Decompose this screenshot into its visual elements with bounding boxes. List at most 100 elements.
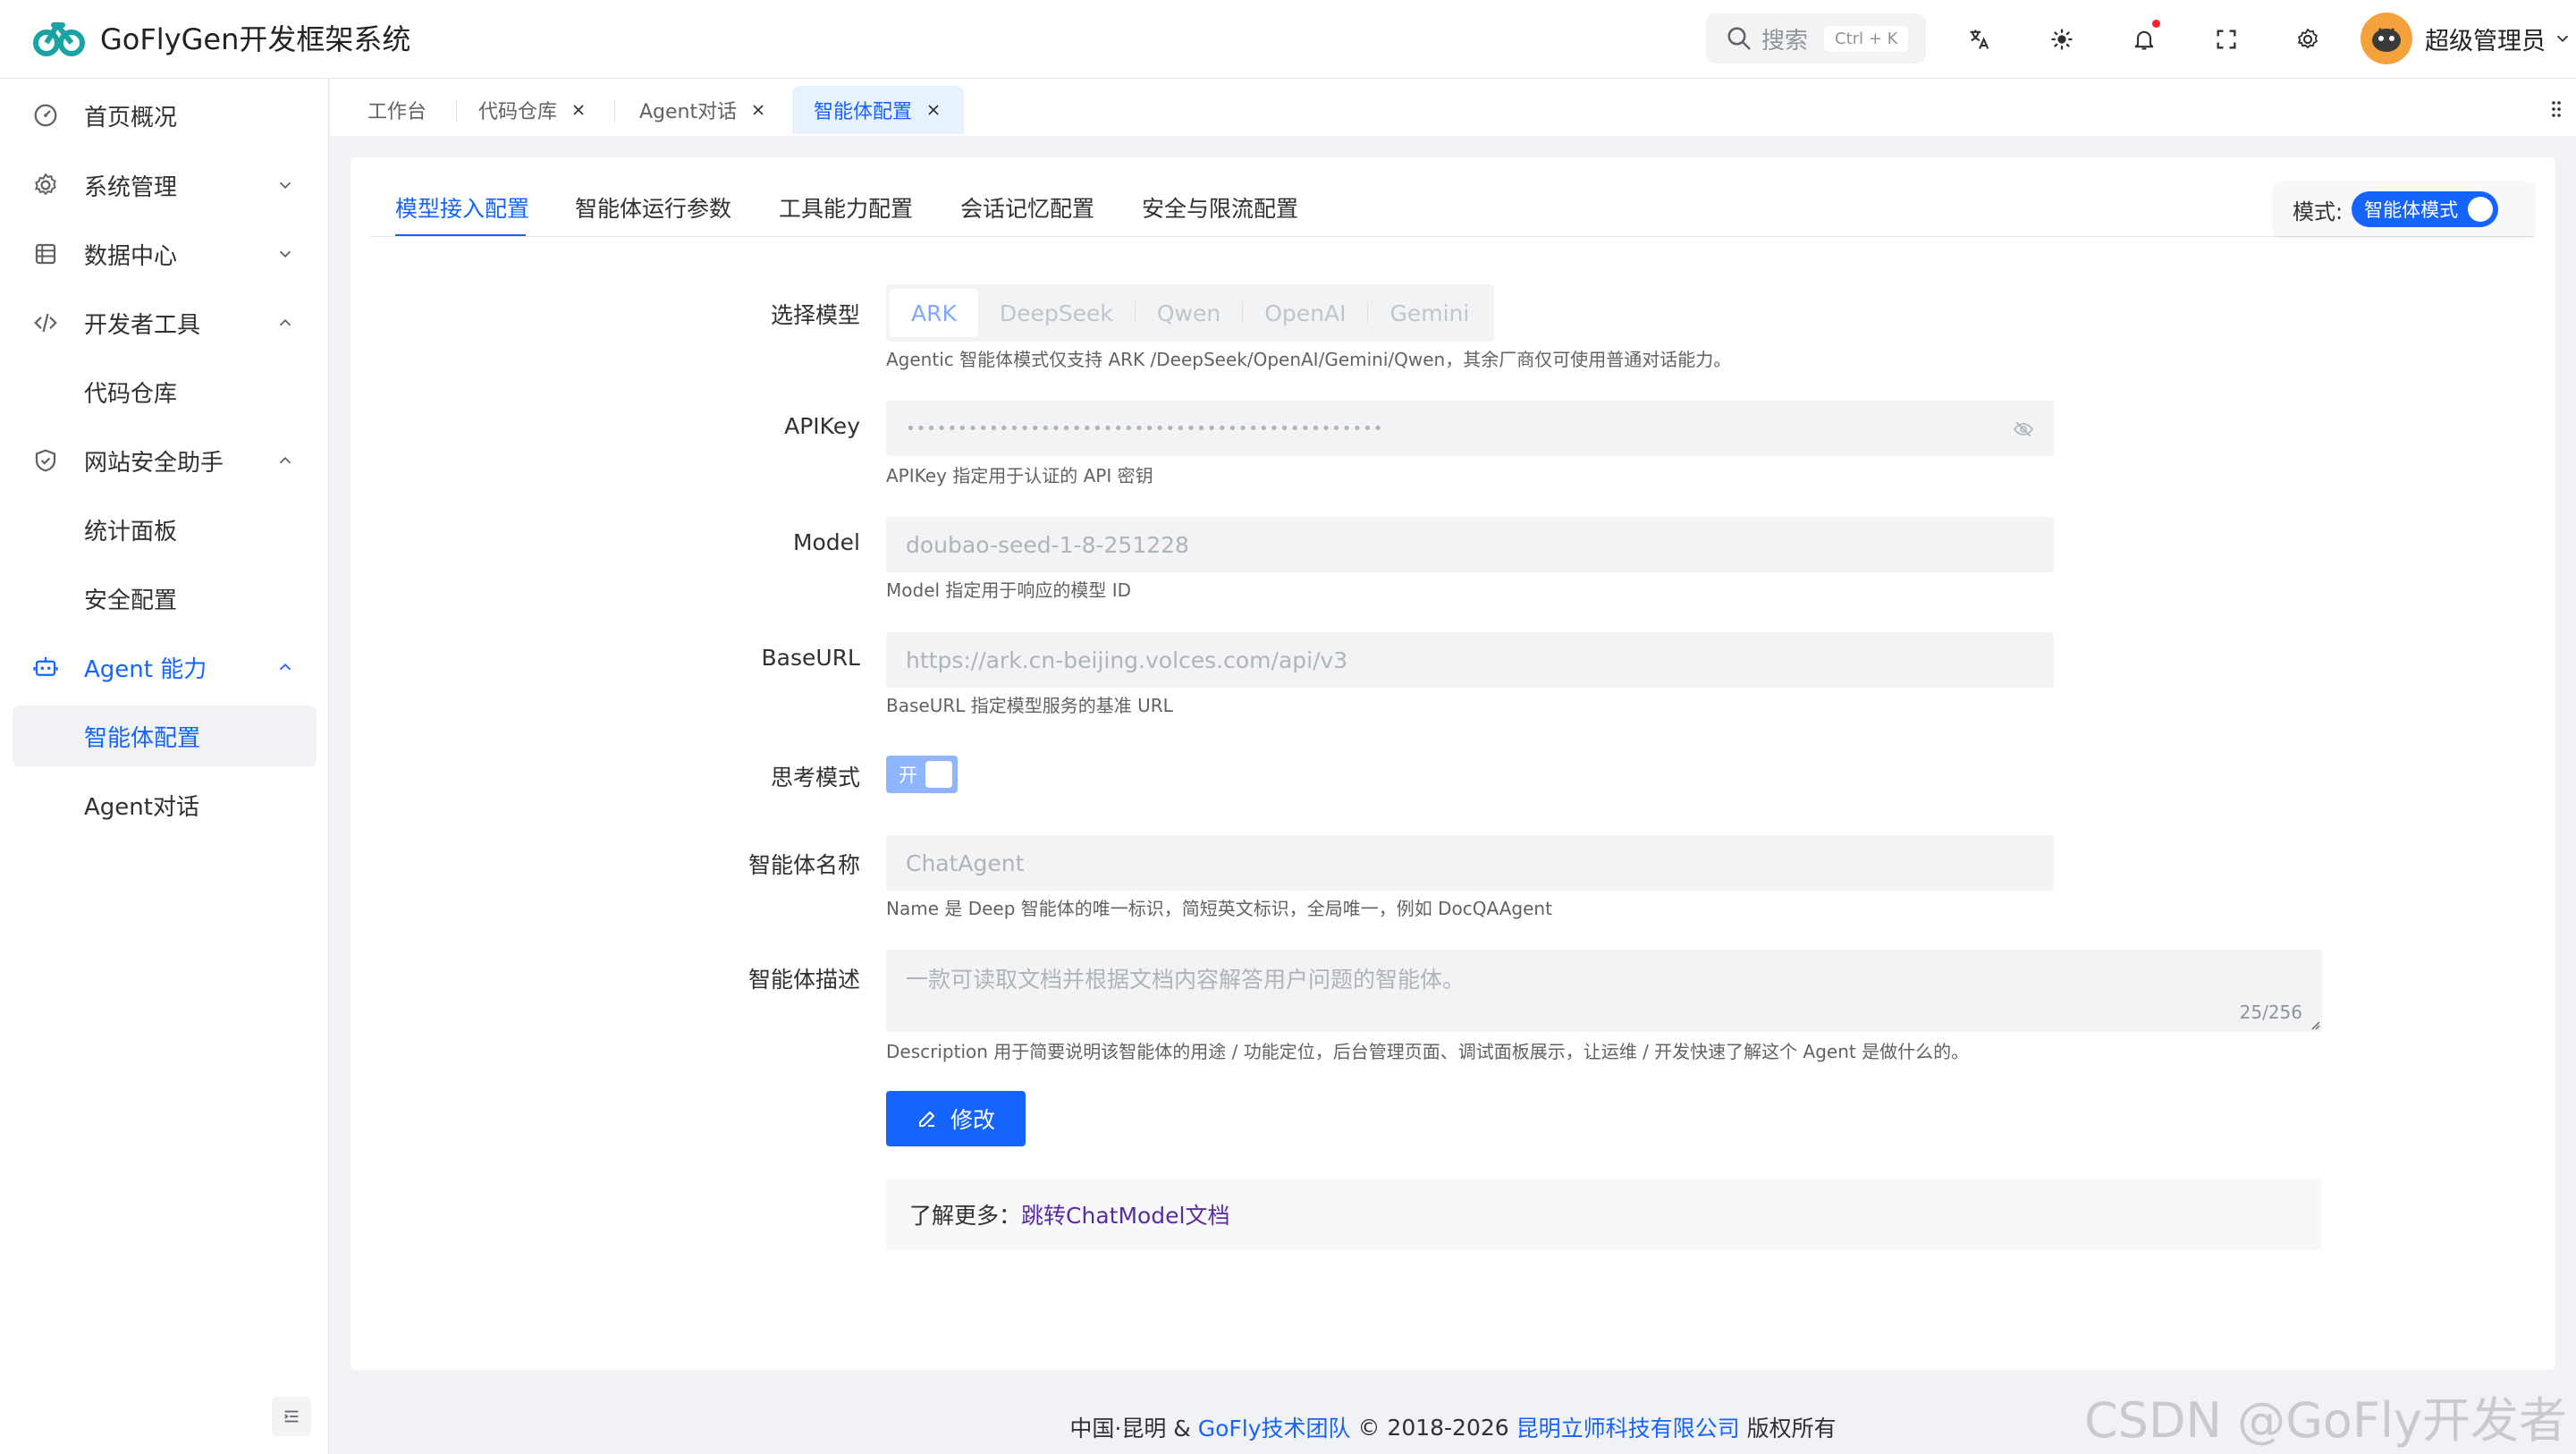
agent-name-label: 智能体名称 (747, 852, 860, 878)
apikey-field[interactable]: ••••••••••••••••••••••••••••••••••••••••… (886, 401, 2054, 456)
learn-more-label: 了解更多： (909, 1203, 1022, 1229)
chatmodel-doc-link[interactable]: 跳转ChatModel文档 (1021, 1198, 1229, 1230)
sidebar-item-label: 数据中心 (84, 242, 178, 270)
settings-button[interactable] (2286, 18, 2329, 61)
model-option-qwen[interactable]: Qwen (1136, 289, 1242, 337)
sidebar-item-security-config[interactable]: 安全配置 (13, 568, 317, 629)
think-mode-toggle[interactable]: 开 (886, 756, 958, 793)
mode-selector: 模式: 智能体模式 (2275, 182, 2534, 236)
sidebar-item-stats[interactable]: 统计面板 (13, 499, 317, 560)
footer-company-link[interactable]: 昆明立师科技有限公司 (1516, 1411, 1740, 1443)
theme-toggle-button[interactable] (2040, 18, 2083, 61)
tabs-bar: 工作台 代码仓库 Agent对话 智能体配置 (330, 79, 2576, 136)
tab-workbench[interactable]: 工作台 (346, 86, 448, 134)
think-mode-label: 思考模式 (770, 765, 860, 790)
baseurl-label: BaseURL (761, 645, 860, 671)
edit-button-label: 修改 (950, 1107, 995, 1133)
bell-icon (2134, 30, 2154, 50)
agent-name-help-text: Name 是 Deep 智能体的唯一标识，简短英文标识，全局唯一，例如 DocQ… (886, 898, 1552, 919)
sidebar-item-home[interactable]: 首页概况 (13, 85, 317, 146)
mode-value: 智能体模式 (2364, 199, 2459, 221)
config-tab-session-memory[interactable]: 会话记忆配置 (960, 191, 1094, 224)
toggle-knob (2468, 197, 2494, 222)
baseurl-field[interactable]: https://ark.cn-beijing.volces.com/api/v3 (886, 632, 2054, 688)
model-option-gemini[interactable]: Gemini (1368, 289, 1491, 337)
user-menu[interactable]: 超级管理员 (2361, 13, 2572, 64)
more-vertical-icon[interactable] (2549, 98, 2563, 120)
model-field-help-text: Model 指定用于响应的模型 ID (886, 579, 1132, 601)
sidebar-collapse-button[interactable] (272, 1397, 311, 1436)
collapse-icon (284, 1410, 299, 1423)
config-tab-runtime-params[interactable]: 智能体运行参数 (575, 191, 731, 224)
apikey-label: APIKey (784, 413, 860, 439)
agent-name-value: ChatAgent (906, 850, 1025, 876)
sidebar-item-agent-chat[interactable]: Agent对话 (13, 774, 317, 835)
close-icon[interactable] (749, 101, 767, 119)
sidebar-item-label: 统计面板 (84, 518, 178, 545)
translate-icon (1970, 30, 1989, 49)
model-option-openai[interactable]: OpenAI (1243, 289, 1367, 337)
footer-team-link[interactable]: GoFly技术团队 (1198, 1411, 1351, 1443)
sidebar-item-label: Agent对话 (84, 793, 199, 821)
config-card: 模型接入配置 智能体运行参数 工具能力配置 会话记忆配置 安全与限流配置 模式:… (351, 157, 2555, 1370)
think-mode-value: 开 (899, 765, 917, 786)
model-select-label: 选择模型 (770, 302, 860, 328)
tab-agent-config[interactable]: 智能体配置 (792, 86, 965, 134)
footer-suffix: 版权所有 (1746, 1416, 1837, 1441)
database-icon (35, 243, 56, 265)
agent-desc-label: 智能体描述 (747, 967, 860, 993)
sidebar-item-devtools[interactable]: 开发者工具 (13, 292, 317, 353)
sidebar-item-agent-config[interactable]: 智能体配置 (13, 706, 317, 766)
agent-name-field[interactable]: ChatAgent (886, 835, 2054, 891)
sidebar-item-system[interactable]: 系统管理 (13, 155, 317, 216)
sidebar-item-code-repo[interactable]: 代码仓库 (13, 361, 317, 422)
learn-more-box: 了解更多： 跳转ChatModel文档 (886, 1179, 2322, 1250)
shield-icon (35, 449, 56, 472)
eye-off-icon[interactable] (2013, 418, 2034, 440)
gear-icon (34, 173, 56, 196)
sidebar-item-agent[interactable]: Agent 能力 (13, 637, 317, 697)
user-name: 超级管理员 (2425, 27, 2546, 55)
mode-toggle[interactable]: 智能体模式 (2352, 191, 2499, 227)
model-option-ark[interactable]: ARK (890, 289, 978, 337)
toggle-knob (925, 761, 952, 788)
sidebar-item-label: 代码仓库 (84, 380, 178, 408)
sidebar-item-label: 智能体配置 (84, 724, 201, 752)
tab-label: 智能体配置 (814, 101, 913, 123)
chevron-up-icon (279, 456, 291, 464)
sidebar-item-label: 系统管理 (84, 173, 178, 201)
close-icon[interactable] (570, 101, 587, 119)
edit-button[interactable]: 修改 (886, 1091, 1026, 1146)
tabs-divider (370, 236, 2534, 237)
tab-agent-chat[interactable]: Agent对话 (618, 86, 789, 134)
search-box[interactable]: 搜索 Ctrl + K (1706, 13, 1926, 63)
config-tab-tool-capabilities[interactable]: 工具能力配置 (779, 191, 913, 224)
footer-years: © 2018-2026 (1357, 1414, 1509, 1441)
tab-label: 代码仓库 (478, 101, 558, 123)
model-field[interactable]: doubao-seed-1-8-251228 (886, 517, 2054, 572)
app-logo[interactable]: GoFlyGen开发框架系统 (32, 16, 410, 59)
config-tab-model-access[interactable]: 模型接入配置 (395, 191, 529, 224)
baseurl-value: https://ark.cn-beijing.volces.com/api/v3 (906, 647, 1348, 673)
agent-desc-textarea[interactable]: 一款可读取文档并根据文档内容解答用户问题的智能体。 25/256 (886, 950, 2322, 1032)
agent-desc-value: 一款可读取文档并根据文档内容解答用户问题的智能体。 (906, 967, 1465, 993)
fullscreen-icon (2217, 30, 2236, 49)
chevron-up-icon (279, 663, 291, 671)
fullscreen-button[interactable] (2205, 18, 2248, 61)
tab-code-repo[interactable]: 代码仓库 (457, 86, 609, 134)
model-option-deepseek[interactable]: DeepSeek (978, 289, 1135, 337)
close-icon[interactable] (925, 101, 942, 119)
search-shortcut: Ctrl + K (1824, 25, 1909, 52)
sidebar: 首页概况 系统管理 数据中心 开发者工具 代码仓库 网站安全助手 统计面板 安全… (0, 79, 329, 1454)
config-tab-security-ratelimit[interactable]: 安全与限流配置 (1142, 191, 1298, 224)
notification-button[interactable] (2123, 18, 2166, 61)
sidebar-item-data[interactable]: 数据中心 (13, 224, 317, 284)
translate-button[interactable] (1958, 18, 2001, 61)
chevron-down-icon (279, 250, 291, 258)
apikey-value: ••••••••••••••••••••••••••••••••••••••••… (906, 418, 1384, 438)
avatar-icon (2372, 28, 2401, 52)
sun-icon (2051, 29, 2073, 50)
resize-handle-icon[interactable] (2310, 1019, 2320, 1030)
tab-separator (614, 100, 615, 122)
sidebar-item-site-security[interactable]: 网站安全助手 (13, 430, 317, 491)
